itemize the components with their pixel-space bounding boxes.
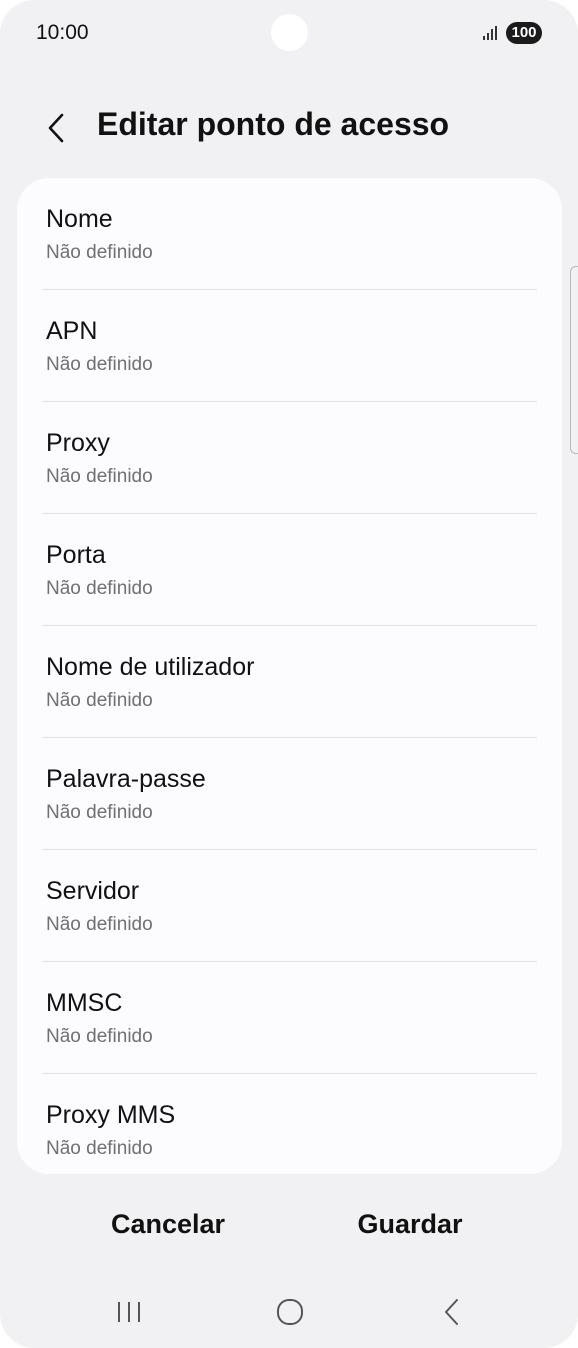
field-label: Proxy (46, 429, 110, 457)
cancel-button[interactable]: Cancelar (68, 1194, 268, 1254)
field-label: Palavra-passe (46, 765, 206, 793)
battery-level-badge: 100 (506, 22, 542, 44)
field-value: Não definido (46, 1138, 153, 1159)
field-label: Porta (46, 541, 106, 569)
chevron-left-icon[interactable] (42, 110, 72, 146)
field-value: Não definido (46, 466, 153, 487)
page-header: Editar ponto de acesso (0, 100, 578, 156)
field-label: MMSC (46, 989, 123, 1017)
field-value: Não definido (46, 1026, 153, 1047)
phone-screen: 10:00 100 Editar ponto de acesso Nome Nã… (0, 0, 578, 1348)
camera-cutout (271, 14, 308, 51)
field-value: Não definido (46, 914, 153, 935)
field-proxy[interactable]: Proxy Não definido (17, 402, 562, 514)
field-name[interactable]: Nome Não definido (17, 178, 562, 290)
save-button[interactable]: Guardar (310, 1194, 510, 1254)
field-password[interactable]: Palavra-passe Não definido (17, 738, 562, 850)
field-value: Não definido (46, 242, 153, 263)
field-mms-proxy[interactable]: Proxy MMS Não definido (17, 1074, 562, 1174)
field-apn[interactable]: APN Não definido (17, 290, 562, 402)
apn-settings-list: Nome Não definido APN Não definido Proxy… (17, 178, 562, 1174)
field-label: Nome (46, 205, 113, 233)
field-value: Não definido (46, 354, 153, 375)
field-value: Não definido (46, 690, 153, 711)
back-icon[interactable] (432, 1292, 472, 1332)
field-port[interactable]: Porta Não definido (17, 514, 562, 626)
recents-icon[interactable] (109, 1292, 149, 1332)
home-icon[interactable] (270, 1292, 310, 1332)
scroll-indicator[interactable] (570, 266, 578, 454)
field-label: APN (46, 317, 98, 345)
field-mmsc[interactable]: MMSC Não definido (17, 962, 562, 1074)
system-nav-bar (0, 1270, 578, 1348)
field-username[interactable]: Nome de utilizador Não definido (17, 626, 562, 738)
signal-bars-icon (483, 26, 497, 40)
field-label: Nome de utilizador (46, 653, 255, 681)
field-value: Não definido (46, 578, 153, 599)
field-value: Não definido (46, 802, 153, 823)
bottom-actions: Cancelar Guardar (0, 1194, 578, 1254)
page-title: Editar ponto de acesso (97, 106, 450, 142)
field-label: Servidor (46, 877, 140, 905)
field-label: Proxy MMS (46, 1101, 176, 1129)
status-time: 10:00 (36, 21, 89, 44)
status-bar: 10:00 100 (0, 0, 578, 70)
field-server[interactable]: Servidor Não definido (17, 850, 562, 962)
